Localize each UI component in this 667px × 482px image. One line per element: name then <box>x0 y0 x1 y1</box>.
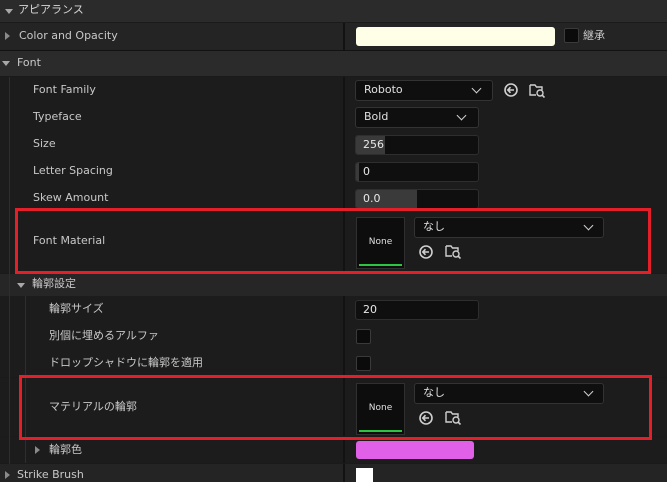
strike-brush-label: Strike Brush <box>17 468 84 481</box>
chevron-down-icon <box>471 83 482 94</box>
letter-spacing-label: Letter Spacing <box>33 164 113 177</box>
font-category-header[interactable]: Font <box>0 51 667 76</box>
font-material-row: Font Material None なし <box>0 212 667 273</box>
outline-color-label: 輪郭色 <box>49 443 82 456</box>
thumbnail-label: None <box>368 237 393 247</box>
size-label: Size <box>33 137 56 150</box>
outline-size-row: 輪郭サイズ 20 <box>0 296 667 323</box>
font-material-thumbnail[interactable]: None <box>356 217 405 269</box>
font-material-dropdown[interactable]: なし <box>414 217 604 238</box>
outline-size-label: 輪郭サイズ <box>49 302 104 315</box>
font-family-dropdown[interactable]: Roboto <box>355 80 493 101</box>
section-appearance-header[interactable]: アピアランス <box>0 0 667 22</box>
typeface-row: Typeface Bold <box>0 104 667 131</box>
tree-guide <box>9 77 10 464</box>
outline-size-input[interactable]: 20 <box>355 300 479 320</box>
outline-color-swatch[interactable] <box>356 441 474 459</box>
outline-color-row: 輪郭色 <box>0 437 667 463</box>
browse-asset-icon[interactable] <box>445 409 461 425</box>
outline-material-value: なし <box>423 386 445 399</box>
font-material-label: Font Material <box>33 234 106 247</box>
size-row: Size 256 <box>0 131 667 158</box>
collapse-arrow-icon[interactable] <box>5 9 13 14</box>
separate-alpha-checkbox[interactable] <box>356 329 371 344</box>
section-title: アピアランス <box>18 3 84 16</box>
inherit-label: 継承 <box>583 29 605 42</box>
expand-arrow-icon[interactable] <box>35 446 40 454</box>
outline-size-value: 20 <box>363 303 377 316</box>
strike-brush-row: Strike Brush <box>0 464 667 482</box>
apply-shadow-label: ドロップシャドウに輪郭を適用 <box>49 356 203 369</box>
browse-asset-icon[interactable] <box>529 82 545 98</box>
outline-material-row: マテリアルの輪郭 None なし <box>0 378 667 436</box>
chevron-down-icon <box>583 386 594 397</box>
reset-arrow-icon[interactable] <box>503 82 519 98</box>
outline-category-header[interactable]: 輪郭設定 <box>0 274 667 296</box>
inherit-checkbox[interactable] <box>564 28 579 43</box>
font-family-row: Font Family Roboto <box>0 77 667 104</box>
expand-arrow-icon[interactable] <box>5 471 10 479</box>
font-material-value: なし <box>423 220 445 233</box>
collapse-arrow-icon[interactable] <box>2 61 10 66</box>
typeface-dropdown[interactable]: Bold <box>355 107 479 128</box>
strike-brush-swatch[interactable] <box>356 468 373 482</box>
skew-amount-value: 0.0 <box>363 192 381 205</box>
tree-guide <box>25 296 26 463</box>
font-category-title: Font <box>17 56 41 69</box>
font-family-label: Font Family <box>33 83 96 96</box>
skew-amount-row: Skew Amount 0.0 <box>0 185 667 212</box>
color-swatch[interactable] <box>356 27 555 46</box>
letter-spacing-input[interactable]: 0 <box>355 162 479 182</box>
thumbnail-label: None <box>368 403 393 413</box>
apply-shadow-checkbox[interactable] <box>356 356 371 371</box>
typeface-label: Typeface <box>33 110 82 123</box>
size-value: 256 <box>363 138 384 151</box>
browse-asset-icon[interactable] <box>445 243 461 259</box>
font-family-value: Roboto <box>364 83 403 96</box>
skew-amount-input[interactable]: 0.0 <box>355 189 479 209</box>
chevron-down-icon <box>583 220 594 231</box>
size-input[interactable]: 256 <box>355 135 479 155</box>
outline-material-dropdown[interactable]: なし <box>414 383 604 404</box>
letter-spacing-value: 0 <box>363 165 370 178</box>
color-opacity-label: Color and Opacity <box>19 29 118 42</box>
apply-shadow-row: ドロップシャドウに輪郭を適用 <box>0 350 667 377</box>
separate-alpha-row: 別個に埋めるアルファ <box>0 323 667 350</box>
outline-material-label: マテリアルの輪郭 <box>49 400 137 413</box>
reset-arrow-icon[interactable] <box>418 244 434 260</box>
outline-material-thumbnail[interactable]: None <box>356 383 405 435</box>
letter-spacing-row: Letter Spacing 0 <box>0 158 667 185</box>
typeface-value: Bold <box>364 110 389 123</box>
skew-amount-label: Skew Amount <box>33 191 109 204</box>
reset-arrow-icon[interactable] <box>418 410 434 426</box>
collapse-arrow-icon[interactable] <box>17 283 25 288</box>
color-opacity-row: Color and Opacity 継承 <box>0 23 667 50</box>
expand-arrow-icon[interactable] <box>5 32 10 40</box>
separate-alpha-label: 別個に埋めるアルファ <box>49 329 159 342</box>
outline-category-title: 輪郭設定 <box>32 277 76 290</box>
chevron-down-icon <box>456 110 467 121</box>
